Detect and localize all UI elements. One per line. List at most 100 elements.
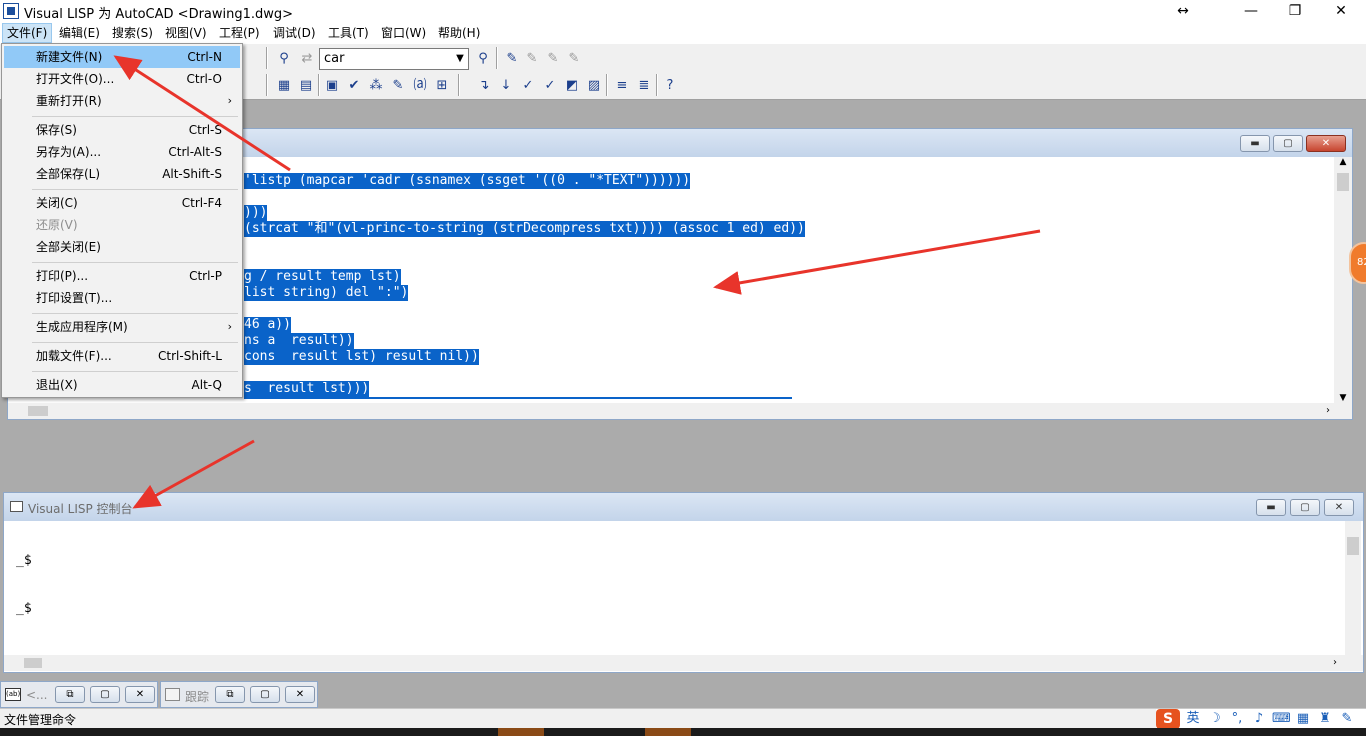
prev-bookmark-icon[interactable]: ✎	[543, 49, 563, 69]
menu-edit[interactable]: 编辑(E)	[55, 23, 104, 43]
maximize-button[interactable]: ❐	[1272, 0, 1318, 22]
minimize-button[interactable]: —	[1228, 0, 1274, 22]
scroll-thumb[interactable]	[1347, 537, 1359, 555]
format-icon[interactable]: ⁂	[366, 76, 386, 96]
menu-item-load-file[interactable]: 加载文件(F)... Ctrl-Shift-L	[4, 345, 240, 367]
reset-icon[interactable]: ▨	[584, 76, 604, 96]
shirt-icon[interactable]: ♜	[1316, 709, 1334, 729]
menu-help[interactable]: 帮助(H)	[434, 23, 484, 43]
console-output[interactable]: _$ _$	[16, 521, 47, 649]
menu-item-make-application[interactable]: 生成应用程序(M) ›	[4, 316, 240, 338]
menu-item-save-all[interactable]: 全部保存(L) Alt-Shift-S	[4, 163, 240, 185]
continue-icon[interactable]: ✓	[540, 76, 560, 96]
step-into-icon[interactable]: ↴	[474, 76, 494, 96]
wrench-icon[interactable]: ✎	[1338, 709, 1356, 729]
menu-tools[interactable]: 工具(T)	[324, 23, 373, 43]
step-out-icon[interactable]: ✓	[518, 76, 538, 96]
menu-search[interactable]: 搜索(S)	[108, 23, 157, 43]
load-selection-icon[interactable]: ▣	[322, 76, 342, 96]
parentheses-icon[interactable]: ⒜	[410, 76, 430, 96]
quit-icon[interactable]: ◩	[562, 76, 582, 96]
floating-badge[interactable]: 82	[1349, 242, 1366, 284]
editor-close-button[interactable]: ✕	[1306, 135, 1346, 152]
find-toolbar-icon[interactable]: ⚲	[473, 49, 493, 69]
scroll-thumb[interactable]	[1337, 173, 1349, 191]
restore-size-icon[interactable]: ↔	[1160, 0, 1206, 22]
editor-horizontal-scrollbar[interactable]: ›	[8, 403, 1352, 419]
clear-bookmarks-icon[interactable]: ✎	[564, 49, 584, 69]
console-maximize-button[interactable]: ▢	[1290, 499, 1320, 516]
scroll-thumb[interactable]	[24, 658, 42, 668]
submenu-arrow-icon: ›	[227, 320, 232, 333]
restore-button[interactable]: ⧉	[215, 686, 245, 703]
window-title: Visual LISP 为 AutoCAD <Drawing1.dwg>	[24, 7, 294, 22]
toolbar-separator	[606, 74, 608, 96]
keyboard-icon[interactable]: ⌨	[1272, 709, 1291, 729]
menu-debug[interactable]: 调试(D)	[269, 23, 320, 43]
menu-project[interactable]: 工程(P)	[215, 23, 264, 43]
menu-item-save[interactable]: 保存(S) Ctrl-S	[4, 119, 240, 141]
editor-maximize-button[interactable]: ▢	[1273, 135, 1303, 152]
restore-button[interactable]: ⧉	[55, 686, 85, 703]
menu-window[interactable]: 窗口(W)	[377, 23, 430, 43]
scroll-down-icon[interactable]: ▼	[1334, 393, 1352, 403]
minimized-window-editor[interactable]: (ab) <... ⧉ ▢ ✕	[0, 681, 158, 708]
menu-item-close-all[interactable]: 全部关闭(E)	[4, 236, 240, 258]
menu-item-reopen[interactable]: 重新打开(R) ›	[4, 90, 240, 112]
editor-minimize-button[interactable]: ▬	[1240, 135, 1270, 152]
step-over-icon[interactable]: ↓	[496, 76, 516, 96]
close-button[interactable]: ✕	[285, 686, 315, 703]
half-width-icon[interactable]: ☽	[1206, 709, 1224, 729]
next-bookmark-icon[interactable]: ✎	[522, 49, 542, 69]
close-button[interactable]: ✕	[1318, 0, 1364, 22]
menu-item-open-file[interactable]: 打开文件(O)... Ctrl-O	[4, 68, 240, 90]
search-combobox[interactable]: car ▼	[319, 48, 469, 70]
maximize-button[interactable]: ▢	[90, 686, 120, 703]
menu-separator	[32, 262, 238, 263]
code-line: s result lst)))	[244, 381, 370, 397]
menu-item-new-file[interactable]: 新建文件(N) Ctrl-N	[4, 46, 240, 68]
maximize-button[interactable]: ▢	[250, 686, 280, 703]
minimized-window-trace[interactable]: 跟踪 ⧉ ▢ ✕	[160, 681, 318, 708]
microphone-icon[interactable]: ♪	[1250, 709, 1268, 729]
taskbar-item[interactable]	[498, 728, 544, 736]
taskbar-item[interactable]	[645, 728, 691, 736]
sogou-logo-icon[interactable]: S	[1156, 709, 1180, 729]
chevron-down-icon[interactable]: ▼	[452, 49, 468, 69]
check-text-icon[interactable]: ✔	[344, 76, 364, 96]
menu-view[interactable]: 视图(V)	[161, 23, 211, 43]
menu-file[interactable]: 文件(F)	[2, 23, 53, 43]
punctuation-icon[interactable]: °,	[1228, 709, 1246, 729]
console-close-button[interactable]: ✕	[1324, 499, 1354, 516]
help-icon[interactable]: ?	[660, 76, 680, 96]
close-button[interactable]: ✕	[125, 686, 155, 703]
toggle-bookmark-icon[interactable]: ✎	[502, 49, 522, 69]
toggle-breakpoint-icon[interactable]: ≡	[612, 76, 632, 96]
menu-item-print-setup[interactable]: 打印设置(T)...	[4, 287, 240, 309]
console-caption: Visual LISP 控制台 ▬ ▢ ✕	[4, 493, 1363, 521]
grid-icon[interactable]: ▦	[1294, 709, 1312, 729]
help-lookup-icon[interactable]: ⊞	[432, 76, 452, 96]
scroll-right-icon[interactable]: ›	[1333, 655, 1337, 671]
code-line: ns a result))	[244, 333, 354, 349]
ime-language[interactable]: 英	[1184, 709, 1202, 729]
scroll-up-icon[interactable]: ▲	[1334, 157, 1352, 167]
menu-item-exit[interactable]: 退出(X) Alt-Q	[4, 374, 240, 396]
activate-autocad-icon[interactable]: ▦	[274, 76, 294, 96]
scroll-thumb[interactable]	[28, 406, 48, 416]
app-icon[interactable]	[3, 3, 19, 19]
add-watch-icon[interactable]: ≣	[634, 76, 654, 96]
scroll-right-icon[interactable]: ›	[1326, 403, 1330, 419]
console-vertical-scrollbar[interactable]	[1345, 521, 1361, 655]
console-minimize-button[interactable]: ▬	[1256, 499, 1286, 516]
editor-vertical-scrollbar[interactable]: ▲ ▼	[1334, 157, 1352, 403]
find-icon[interactable]: ⚲	[274, 49, 294, 69]
menu-item-close[interactable]: 关闭(C) Ctrl-F4	[4, 192, 240, 214]
ime-toolbar[interactable]: S 英 ☽ °, ♪ ⌨ ▦ ♜ ✎	[1156, 709, 1366, 729]
console-horizontal-scrollbar[interactable]: ›	[4, 655, 1363, 671]
load-window-icon[interactable]: ▤	[296, 76, 316, 96]
menu-item-print[interactable]: 打印(P)... Ctrl-P	[4, 265, 240, 287]
replace-icon[interactable]: ⇄	[297, 49, 317, 69]
comment-icon[interactable]: ✎	[388, 76, 408, 96]
menu-item-save-as[interactable]: 另存为(A)... Ctrl-Alt-S	[4, 141, 240, 163]
